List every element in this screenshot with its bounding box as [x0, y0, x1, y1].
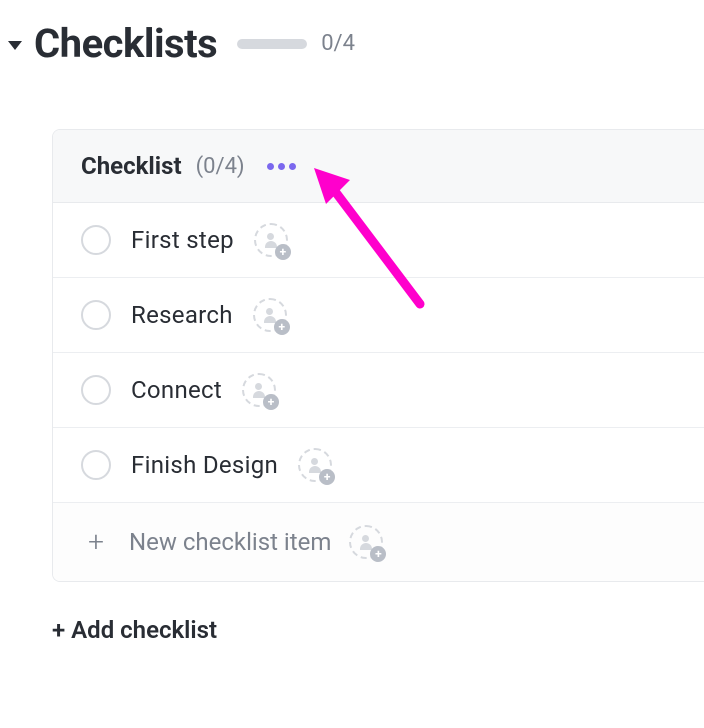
- plus-badge-icon: +: [370, 546, 386, 562]
- plus-badge-icon: +: [275, 244, 291, 260]
- assign-user-button[interactable]: +: [253, 298, 287, 332]
- collapse-caret-icon[interactable]: [8, 41, 22, 50]
- assign-user-button[interactable]: +: [242, 373, 276, 407]
- assign-user-button[interactable]: +: [254, 223, 288, 257]
- new-item-placeholder: New checklist item: [129, 528, 331, 556]
- checklist-item-row[interactable]: Research +: [53, 278, 704, 353]
- progress-count: 0/4: [321, 31, 355, 56]
- checkbox[interactable]: [81, 450, 111, 480]
- checklist-item-row[interactable]: Finish Design +: [53, 428, 704, 503]
- checklist-item-label[interactable]: Connect: [131, 376, 222, 404]
- progress-bar: [237, 39, 307, 49]
- checklist-count: (0/4): [196, 154, 245, 179]
- checklist-item-row[interactable]: Connect +: [53, 353, 704, 428]
- dot-icon: [278, 163, 285, 170]
- assign-user-button[interactable]: +: [298, 448, 332, 482]
- section-title: Checklists: [34, 20, 217, 67]
- checklist-item-label[interactable]: Research: [131, 301, 233, 329]
- checkbox[interactable]: [81, 225, 111, 255]
- more-options-button[interactable]: [261, 157, 302, 176]
- checklist-card: Checklist (0/4) First step + Research +: [52, 129, 704, 582]
- checklist-item-label[interactable]: Finish Design: [131, 451, 278, 479]
- checklist-item-row[interactable]: First step +: [53, 203, 704, 278]
- new-checklist-item-row[interactable]: + New checklist item +: [53, 503, 704, 581]
- checkbox[interactable]: [81, 300, 111, 330]
- add-checklist-button[interactable]: + Add checklist: [52, 616, 704, 644]
- dot-icon: [267, 163, 274, 170]
- plus-badge-icon: +: [263, 394, 279, 410]
- checkbox[interactable]: [81, 375, 111, 405]
- checklist-card-header: Checklist (0/4): [53, 130, 704, 203]
- dot-icon: [289, 163, 296, 170]
- plus-icon: +: [81, 528, 111, 556]
- progress-indicator: 0/4: [237, 31, 355, 56]
- checklist-title[interactable]: Checklist: [81, 152, 182, 180]
- plus-badge-icon: +: [319, 469, 335, 485]
- checklists-section-header: Checklists 0/4: [0, 0, 704, 81]
- plus-badge-icon: +: [274, 319, 290, 335]
- checklist-item-label[interactable]: First step: [131, 226, 234, 254]
- assign-user-button[interactable]: +: [349, 525, 383, 559]
